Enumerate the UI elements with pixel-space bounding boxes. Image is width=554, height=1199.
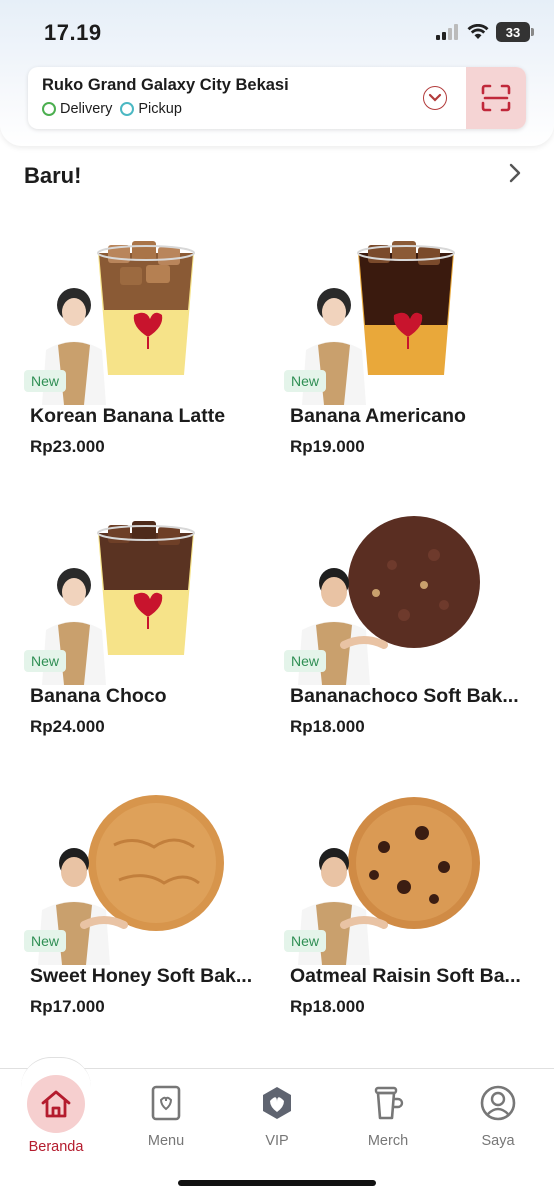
vip-icon <box>253 1079 301 1127</box>
product-card[interactable]: New Banana Americano Rp19.000 <box>284 215 534 475</box>
menu-icon <box>142 1079 190 1127</box>
delivery-radio-icon <box>42 102 56 116</box>
product-name: Korean Banana Latte <box>30 405 226 427</box>
nav-vip[interactable]: VIP <box>227 1079 327 1149</box>
merch-cup-icon <box>364 1079 412 1127</box>
battery-indicator: 33 <box>496 22 534 42</box>
nav-label: Menu <box>147 1133 185 1149</box>
pickup-option[interactable]: Pickup <box>120 101 182 117</box>
chevron-down-icon[interactable] <box>423 86 447 110</box>
new-badge: New <box>284 370 327 392</box>
new-badge: New <box>24 930 67 952</box>
nav-label: VIP <box>265 1133 289 1149</box>
product-card[interactable]: New Oatmeal Raisin Soft Ba... Rp18.000 <box>284 775 534 1035</box>
product-name: Oatmeal Raisin Soft Ba... <box>290 965 521 987</box>
new-badge: New <box>24 370 67 392</box>
pickup-radio-icon <box>120 102 135 116</box>
section-title: Baru! <box>24 163 82 188</box>
nav-saya[interactable]: Saya <box>448 1079 548 1149</box>
product-price: Rp17.000 <box>30 997 105 1016</box>
product-card[interactable]: New Banana Choco Rp24.000 <box>24 495 274 755</box>
home-icon <box>27 1075 85 1133</box>
status-time: 17.19 <box>44 20 102 45</box>
delivery-label: Delivery <box>60 101 113 117</box>
profile-icon <box>474 1079 522 1127</box>
new-badge: New <box>284 650 327 672</box>
product-price: Rp18.000 <box>290 717 365 736</box>
product-price: Rp24.000 <box>30 717 105 736</box>
product-card[interactable]: New Bananachoco Soft Bak... Rp18.000 <box>284 495 534 755</box>
see-all-chevron-icon[interactable] <box>505 161 525 190</box>
nav-label: Merch <box>367 1133 409 1149</box>
nav-menu[interactable]: Menu <box>116 1079 216 1149</box>
new-badge: New <box>24 650 67 672</box>
product-name: Banana Americano <box>290 405 466 427</box>
wifi-icon <box>467 24 489 39</box>
nav-label: Saya <box>481 1133 515 1149</box>
delivery-option[interactable]: Delivery <box>42 101 112 117</box>
scan-icon <box>481 84 511 112</box>
product-price: Rp19.000 <box>290 437 365 456</box>
store-name: Ruko Grand Galaxy City Bekasi <box>42 76 289 94</box>
product-name: Banana Choco <box>30 685 167 707</box>
new-badge: New <box>284 930 327 952</box>
order-mode-options: Delivery Pickup <box>42 101 182 117</box>
nav-label: Beranda <box>28 1139 84 1155</box>
product-card[interactable]: New Sweet Honey Soft Bak... Rp17.000 <box>24 775 274 1035</box>
product-card[interactable]: New Korean Banana Latte Rp23.000 <box>24 215 274 475</box>
nav-merch[interactable]: Merch <box>338 1079 438 1149</box>
product-name: Bananachoco Soft Bak... <box>290 685 519 707</box>
product-price: Rp18.000 <box>290 997 365 1016</box>
store-selector[interactable]: Ruko Grand Galaxy City Bekasi Delivery P… <box>28 67 526 129</box>
product-price: Rp23.000 <box>30 437 105 456</box>
scan-button[interactable] <box>466 67 526 129</box>
app-header: 17.19 33 Ruko Grand Galaxy City Bekasi D… <box>0 0 554 146</box>
cellular-signal-icon <box>436 24 458 40</box>
status-icons: 33 <box>436 22 534 42</box>
pickup-label: Pickup <box>138 101 182 117</box>
product-name: Sweet Honey Soft Bak... <box>30 965 253 987</box>
nav-beranda[interactable]: Beranda <box>6 1075 106 1155</box>
home-indicator <box>178 1180 376 1186</box>
